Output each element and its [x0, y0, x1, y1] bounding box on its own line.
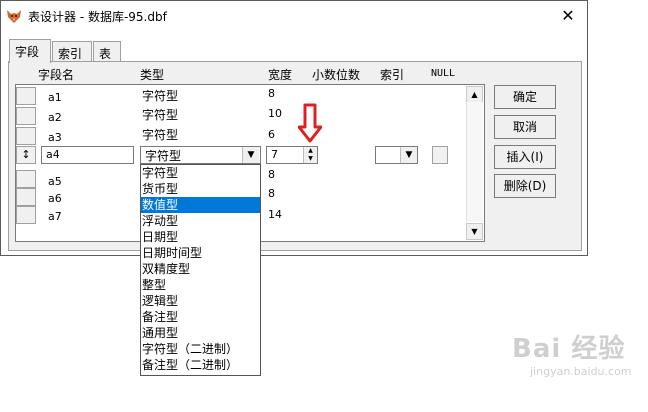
field-width-cell[interactable]: 14	[268, 208, 282, 221]
window-title: 表设计器 - 数据库-95.dbf	[28, 10, 167, 24]
row-selector[interactable]	[16, 127, 36, 145]
header-width: 宽度	[268, 68, 293, 82]
ok-button[interactable]: 确定	[494, 85, 556, 109]
tab-index[interactable]: 索引	[52, 41, 92, 62]
close-icon[interactable]: ✕	[557, 5, 579, 27]
field-type-value: 字符型	[145, 149, 182, 163]
type-option[interactable]: 通用型	[141, 325, 260, 341]
field-name-cell[interactable]: a3	[48, 131, 62, 144]
type-option[interactable]: 日期时间型	[141, 245, 260, 261]
field-name-input[interactable]: a4	[41, 146, 134, 164]
field-width-cell[interactable]: 6	[268, 128, 275, 141]
field-name-cell[interactable]: a7	[48, 210, 62, 223]
type-option-selected[interactable]: 数值型	[141, 197, 260, 213]
type-option[interactable]: 备注型	[141, 309, 260, 325]
tab-fields[interactable]: 字段	[9, 39, 51, 63]
row-selector[interactable]	[16, 87, 36, 105]
red-down-arrow-icon	[298, 103, 322, 143]
fox-app-icon	[7, 10, 21, 23]
type-option[interactable]: 货币型	[141, 181, 260, 197]
type-option[interactable]: 逻辑型	[141, 293, 260, 309]
field-type-cell[interactable]: 字符型	[142, 87, 178, 104]
type-option[interactable]: 整型	[141, 277, 260, 293]
scroll-up-icon[interactable]: ▲	[466, 86, 483, 103]
field-type-cell[interactable]: 字符型	[142, 106, 178, 123]
watermark-brand: Bai 经验	[512, 334, 626, 364]
row-selector[interactable]	[16, 206, 36, 224]
type-option[interactable]: 双精度型	[141, 261, 260, 277]
scrollbar-track[interactable]	[466, 102, 483, 222]
row-selector[interactable]	[16, 107, 36, 125]
chevron-down-icon[interactable]: ▼	[400, 147, 417, 163]
field-width-cell[interactable]: 8	[268, 187, 275, 200]
type-option[interactable]: 字符型（二进制）	[141, 341, 260, 357]
null-toggle-button[interactable]	[432, 146, 448, 164]
scroll-down-icon[interactable]: ▼	[466, 223, 483, 240]
header-decimals: 小数位数	[312, 68, 361, 82]
tab-label: 索引	[58, 47, 83, 61]
header-field-name: 字段名	[38, 68, 75, 82]
row-selector[interactable]	[16, 188, 36, 206]
title-bar: 表设计器 - 数据库-95.dbf ✕	[1, 1, 587, 31]
delete-button[interactable]: 删除(D)	[494, 174, 556, 198]
field-name-cell[interactable]: a1	[48, 91, 62, 104]
field-type-cell[interactable]: 字符型	[142, 126, 178, 143]
type-option[interactable]: 浮动型	[141, 213, 260, 229]
field-name-cell[interactable]: a2	[48, 111, 62, 124]
tab-label: 字段	[15, 45, 40, 59]
field-width-cell[interactable]: 8	[268, 168, 275, 181]
active-row-selector[interactable]: ↕	[16, 146, 36, 164]
type-option[interactable]: 字符型	[141, 165, 260, 181]
tab-label: 表	[99, 47, 112, 61]
row-selector[interactable]	[16, 170, 36, 188]
watermark: Bai 经验 jingyan.baidu.com	[512, 328, 642, 388]
header-type: 类型	[140, 68, 165, 82]
width-spinner-icon[interactable]: ▲ ▼	[303, 147, 317, 163]
type-option[interactable]: 备注型（二进制）	[141, 357, 260, 373]
tab-table[interactable]: 表	[93, 41, 121, 62]
header-null: NULL	[431, 68, 456, 79]
cancel-button[interactable]: 取消	[494, 115, 556, 139]
insert-button[interactable]: 插入(I)	[494, 145, 556, 169]
watermark-url: jingyan.baidu.com	[530, 365, 632, 378]
field-width-cell[interactable]: 10	[268, 107, 282, 120]
field-name-cell[interactable]: a6	[48, 192, 62, 205]
header-index: 索引	[380, 68, 405, 82]
type-dropdown-list[interactable]: 字符型 货币型 数值型 浮动型 日期型 日期时间型 双精度型 整型 逻辑型 备注…	[140, 164, 261, 376]
field-width-cell[interactable]: 8	[268, 87, 275, 100]
field-name-cell[interactable]: a5	[48, 175, 62, 188]
type-option[interactable]: 日期型	[141, 229, 260, 245]
chevron-down-icon[interactable]: ▼	[242, 147, 259, 163]
